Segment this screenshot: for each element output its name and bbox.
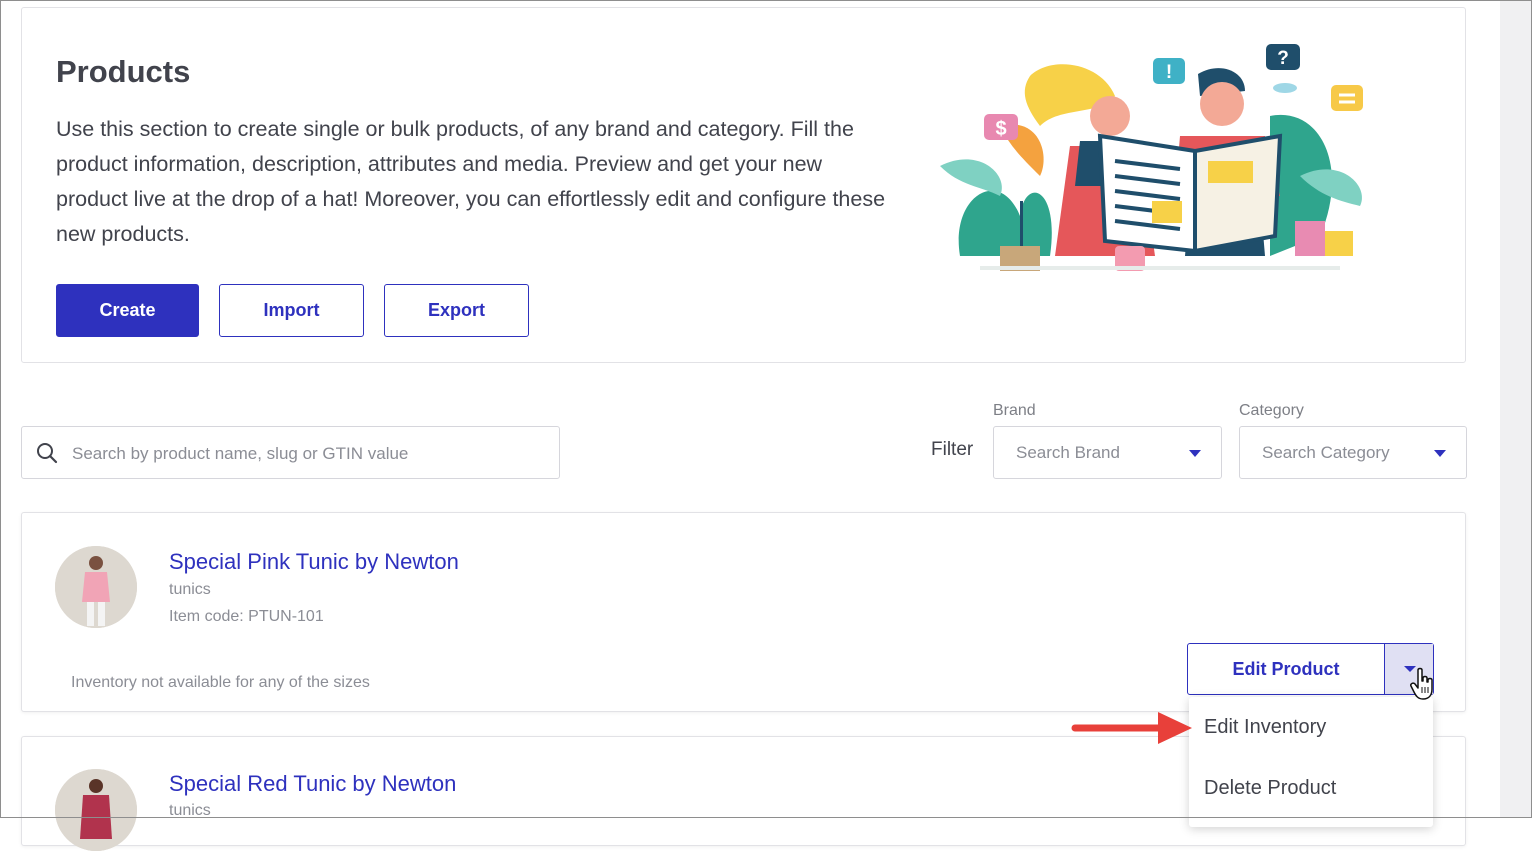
annotation-arrow-icon [1071, 712, 1192, 744]
product-category: tunics [169, 802, 211, 819]
page-title: Products [56, 54, 191, 89]
page-description: Use this section to create single or bul… [56, 117, 886, 246]
product-search[interactable] [21, 426, 560, 480]
brand-select[interactable]: Search Brand [993, 426, 1222, 479]
brand-select-placeholder: Search Brand [1016, 443, 1120, 462]
category-select[interactable]: Search Category [1239, 426, 1467, 479]
category-select-placeholder: Search Category [1262, 443, 1390, 462]
scrollbar-track[interactable] [1500, 0, 1532, 818]
edit-product-button[interactable]: Edit Product [1188, 644, 1384, 694]
question-icon: ? [1277, 48, 1289, 69]
exclamation-icon: ! [1166, 62, 1172, 83]
filter-label: Filter [931, 439, 974, 460]
edit-product-menu: Edit Inventory Delete Product [1189, 697, 1433, 827]
product-category: tunics [169, 581, 211, 598]
products-illustration: $ ! ? [940, 44, 1363, 271]
edit-product-split-button: Edit Product [1187, 643, 1434, 695]
hand-cursor-icon [1410, 667, 1433, 700]
export-button[interactable]: Export [384, 284, 529, 337]
category-label: Category [1239, 402, 1304, 419]
dollar-icon: $ [995, 118, 1006, 140]
products-header-card: Products Use this section to create sing… [21, 7, 1466, 363]
brand-label: Brand [993, 402, 1036, 419]
search-input[interactable] [70, 427, 554, 480]
search-icon [37, 443, 58, 464]
menu-item-delete-product[interactable]: Delete Product [1204, 777, 1336, 800]
product-thumbnail[interactable] [55, 546, 137, 628]
create-button[interactable]: Create [56, 284, 199, 337]
product-title-link[interactable]: Special Red Tunic by Newton [169, 771, 456, 797]
menu-item-edit-inventory[interactable]: Edit Inventory [1204, 716, 1326, 739]
product-title-link[interactable]: Special Pink Tunic by Newton [169, 549, 459, 575]
chevron-down-icon [1189, 450, 1201, 457]
product-thumbnail[interactable] [55, 769, 137, 851]
inventory-status: Inventory not available for any of the s… [71, 674, 370, 691]
chevron-down-icon [1434, 450, 1446, 457]
import-button[interactable]: Import [219, 284, 364, 337]
product-item-code: Item code: PTUN-101 [169, 608, 324, 625]
